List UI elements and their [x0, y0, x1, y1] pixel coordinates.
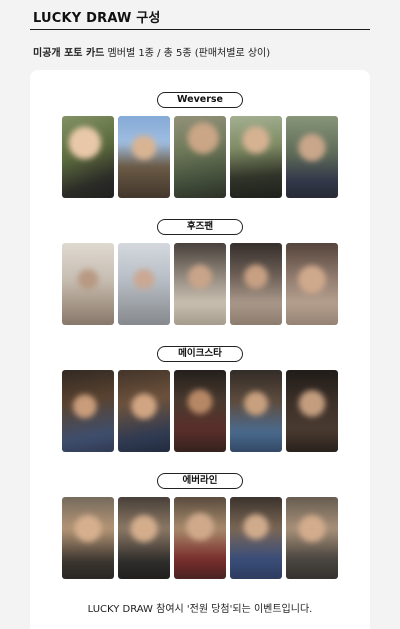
vendor-label: Weverse — [157, 92, 243, 108]
photocard-image — [286, 243, 338, 325]
section-subtitle: 미공개 포토 카드 멤버별 1종 / 총 5종 (판매처별로 상이) — [33, 44, 270, 59]
photocard-image — [286, 370, 338, 452]
photocard-image — [174, 370, 226, 452]
vendor-label: 후즈팬 — [157, 219, 243, 235]
photocard-image — [230, 370, 282, 452]
photocard-image — [118, 243, 170, 325]
photo-row — [62, 370, 338, 452]
photocard-image — [118, 370, 170, 452]
vendor-label: 메이크스타 — [157, 346, 243, 362]
photo-row — [62, 116, 338, 198]
photocard-image — [286, 116, 338, 198]
section-title: LUCKY DRAW 구성 — [33, 11, 161, 26]
photocard-image — [62, 243, 114, 325]
photocard-image — [286, 497, 338, 579]
title-divider — [30, 29, 370, 30]
photocard-image — [174, 243, 226, 325]
subtitle-text: 멤버별 1종 / 총 5종 (판매처별로 상이) — [104, 48, 271, 59]
photocard-image — [230, 243, 282, 325]
photocard-image — [174, 497, 226, 579]
photocard-image — [62, 116, 114, 198]
photo-row — [62, 243, 338, 325]
photocard-panel: Weverse 후즈팬 메이크스타 에버라인 — [30, 70, 370, 629]
photocard-image — [62, 370, 114, 452]
photocard-image — [230, 497, 282, 579]
subtitle-bold: 미공개 포토 카드 — [33, 48, 105, 59]
photo-row — [62, 497, 338, 579]
photocard-image — [230, 116, 282, 198]
photocard-image — [174, 116, 226, 198]
photocard-image — [118, 116, 170, 198]
photocard-image — [118, 497, 170, 579]
photocard-image — [62, 497, 114, 579]
vendor-label: 에버라인 — [157, 473, 243, 489]
event-notice: LUCKY DRAW 참여시 '전원 당첨'되는 이벤트입니다. — [87, 604, 313, 615]
